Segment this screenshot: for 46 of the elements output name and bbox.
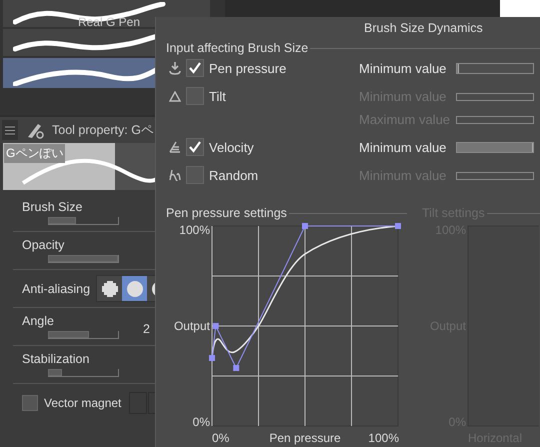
slider-label: Minimum value bbox=[359, 61, 448, 76]
anti-aliasing-option[interactable] bbox=[97, 276, 122, 301]
input-label: Tilt bbox=[209, 88, 226, 104]
y-tick-label: 0% bbox=[192, 415, 210, 429]
circle-icon bbox=[126, 280, 144, 298]
checkbox[interactable] bbox=[22, 394, 38, 410]
menu-icon[interactable] bbox=[2, 120, 18, 140]
checkbox[interactable] bbox=[186, 87, 204, 105]
property-label: Vector magnet bbox=[44, 396, 122, 410]
property-slider[interactable] bbox=[48, 217, 119, 225]
x-tick-label: 0% bbox=[212, 431, 230, 445]
property-value: 2 bbox=[143, 322, 150, 336]
property-slider[interactable] bbox=[48, 369, 119, 377]
property-label: Stabilization bbox=[22, 352, 90, 366]
input-label: Pen pressure bbox=[209, 60, 286, 76]
plot-area[interactable] bbox=[212, 226, 398, 426]
pressure-icon bbox=[169, 62, 181, 74]
group-title: Input affecting Brush Size bbox=[166, 41, 308, 55]
section-title: Pen pressure settings bbox=[166, 206, 287, 220]
property-label: Anti-aliasing bbox=[22, 282, 90, 296]
slider-label: Minimum value bbox=[359, 140, 448, 155]
panel-title: Tool property: Gペ bbox=[52, 122, 154, 138]
input-label: Velocity bbox=[209, 140, 254, 154]
y-tick-label: 100% bbox=[179, 223, 210, 237]
input-label: Random bbox=[209, 168, 258, 182]
canvas-area bbox=[500, 0, 540, 17]
preset-name: Gペンぽい bbox=[4, 144, 66, 163]
property-slider[interactable] bbox=[48, 255, 119, 263]
value-slider[interactable] bbox=[456, 63, 534, 74]
y-axis-label: Output bbox=[174, 319, 210, 333]
checkbox[interactable] bbox=[186, 138, 204, 156]
control-point[interactable] bbox=[233, 365, 240, 371]
random-icon bbox=[169, 169, 181, 181]
property-slider[interactable] bbox=[48, 331, 119, 339]
pen-gear-icon bbox=[26, 121, 44, 139]
checkbox[interactable] bbox=[186, 166, 204, 184]
dialog-title: Brush Size Dynamics bbox=[363, 20, 484, 37]
checkbox[interactable] bbox=[186, 59, 204, 77]
x-axis-label: Pen pressure bbox=[269, 431, 341, 445]
control-point[interactable] bbox=[212, 323, 219, 329]
x-tick-label: 100% bbox=[368, 431, 399, 445]
property-label: Brush Size bbox=[22, 200, 82, 214]
property-label: Opacity bbox=[22, 238, 64, 252]
triangle-icon bbox=[169, 90, 181, 102]
property-label: Angle bbox=[22, 314, 54, 328]
velocity-icon bbox=[169, 141, 181, 153]
